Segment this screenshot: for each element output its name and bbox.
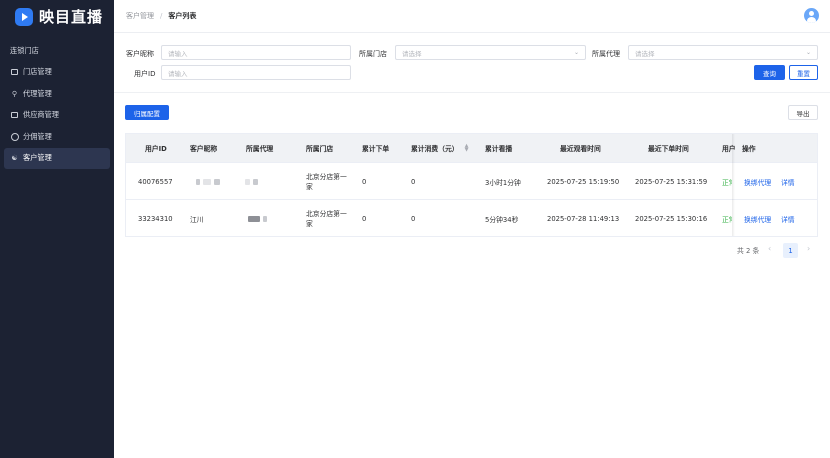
sidebar-item-label: 客户管理	[23, 153, 52, 163]
sidebar-item-label: 分佣管理	[23, 131, 52, 141]
cell-status: 正常	[722, 178, 732, 187]
commission-icon	[10, 132, 19, 141]
play-logo-icon	[15, 7, 33, 26]
cell-watch: 5分钟34秒	[485, 215, 519, 224]
table-header: 用户ID 客户昵称 所属代理 所属门店 累计下单 累计消费（元） ▲ ▼ 累计看播…	[126, 134, 817, 162]
customer-table: 用户ID 客户昵称 所属代理 所属门店 累计下单 累计消费（元） ▲ ▼ 累计看播…	[125, 133, 818, 237]
sidebar-item-label: 供应商管理	[23, 110, 59, 120]
cell-nickname-redacted	[196, 163, 223, 200]
cell-last-order: 2025-07-25 15:31:59	[635, 177, 708, 186]
fixed-column-shadow	[732, 134, 735, 236]
filter-form: 客户昵称 请输入 所属门店 请选择 ⌄ 所属代理 请选择 ⌄ 用户ID 请输入 …	[114, 33, 830, 93]
sidebar: 映目直播 连锁门店 门店管理 ⚲ 代理管理 供应商管理 分佣管理 ☯ 客户管理	[0, 0, 114, 458]
userid-input[interactable]: 请输入	[161, 65, 351, 80]
top-header: 客户管理 / 客户列表	[114, 0, 830, 33]
agent-label: 所属代理	[592, 50, 620, 58]
sort-icon[interactable]: ▲ ▼	[465, 144, 469, 153]
cell-last-watch: 2025-07-28 11:49:13	[547, 214, 620, 223]
cell-status: 正常	[722, 215, 732, 224]
sidebar-item-supplier-management[interactable]: 供应商管理	[0, 105, 114, 127]
userid-label: 用户ID	[134, 70, 156, 78]
chevron-down-icon: ⌄	[573, 49, 579, 56]
column-header-actions: 操作	[742, 145, 756, 153]
reset-button[interactable]: 重置	[789, 65, 818, 80]
sidebar-item-agent-management[interactable]: ⚲ 代理管理	[0, 83, 114, 105]
cell-spend: 0	[411, 214, 416, 223]
person-icon: ⚲	[11, 89, 18, 98]
cell-last-watch: 2025-07-25 15:19:50	[547, 177, 620, 186]
table-row: 40076557 北京分店第一家 0 0 3小时1分钟 2025-07-25 1…	[126, 162, 817, 199]
store-icon	[10, 68, 19, 77]
column-header-spend-label: 累计消费（元）	[411, 145, 459, 153]
pagination-prev-icon[interactable]: ‹	[768, 244, 771, 253]
cell-store: 北京分店第一家	[306, 172, 347, 191]
column-header-last-watch: 最近观看时间	[560, 145, 601, 153]
agent-select[interactable]: 请选择 ⌄	[628, 45, 818, 60]
app-logo[interactable]: 映目直播	[0, 0, 114, 33]
store-select[interactable]: 请选择 ⌄	[395, 45, 586, 60]
sidebar-item-store-management[interactable]: 门店管理	[0, 62, 114, 84]
detail-link[interactable]: 详情	[781, 200, 795, 237]
table-row: 33234310 江川 北京分店第一家 0 0 5分钟34秒 2025-07-2…	[126, 199, 817, 236]
assign-config-button[interactable]: 归属配置	[125, 105, 169, 120]
column-header-orders: 累计下单	[362, 145, 390, 153]
cell-orders: 0	[362, 177, 367, 186]
agent-placeholder: 请选择	[635, 49, 655, 58]
detail-link[interactable]: 详情	[781, 163, 795, 200]
pagination-next-icon[interactable]: ›	[807, 244, 810, 253]
column-header-store: 所属门店	[306, 145, 334, 153]
cell-orders: 0	[362, 214, 367, 223]
cell-agent-redacted	[245, 163, 261, 200]
cell-agent-redacted	[248, 200, 270, 237]
userid-placeholder: 请输入	[168, 69, 188, 78]
cell-nickname: 江川	[190, 215, 204, 224]
column-header-last-order: 最近下单时间	[648, 145, 689, 153]
rebind-agent-link[interactable]: 换绑代理	[744, 163, 771, 200]
nickname-label: 客户昵称	[126, 50, 154, 58]
sidebar-item-label: 门店管理	[23, 67, 52, 77]
sidebar-item-label: 代理管理	[23, 88, 52, 98]
column-header-spend[interactable]: 累计消费（元） ▲ ▼	[411, 134, 468, 162]
nickname-input[interactable]: 请输入	[161, 45, 351, 60]
sidebar-nav: 连锁门店 门店管理 ⚲ 代理管理 供应商管理 分佣管理 ☯ 客户管理	[0, 40, 114, 169]
cell-last-order: 2025-07-25 15:30:16	[635, 214, 708, 223]
supplier-icon	[10, 111, 19, 120]
column-header-user-id: 用户ID	[145, 145, 167, 153]
column-header-watch: 累计看播	[485, 145, 513, 153]
cell-watch: 3小时1分钟	[485, 178, 521, 187]
breadcrumb-current: 客户列表	[168, 12, 197, 20]
breadcrumb-separator: /	[160, 12, 163, 20]
cell-user-id: 33234310	[138, 214, 173, 223]
chevron-down-icon: ⌄	[805, 49, 811, 56]
sidebar-item-customer-management[interactable]: ☯ 客户管理	[4, 147, 110, 169]
sidebar-item-chain-stores[interactable]: 连锁门店	[0, 40, 114, 62]
search-button[interactable]: 查询	[754, 65, 785, 80]
store-label: 所属门店	[359, 50, 387, 58]
rebind-agent-link[interactable]: 换绑代理	[744, 200, 771, 237]
pagination-total: 共 2 条	[737, 247, 760, 255]
cell-spend: 0	[411, 177, 416, 186]
export-button[interactable]: 导出	[788, 105, 818, 120]
column-header-agent: 所属代理	[246, 145, 274, 153]
sidebar-item-commission-management[interactable]: 分佣管理	[0, 126, 114, 148]
column-header-nickname: 客户昵称	[190, 145, 218, 153]
cell-user-id: 40076557	[138, 177, 173, 186]
nickname-placeholder: 请输入	[168, 49, 188, 58]
pagination-page-current[interactable]: 1	[783, 243, 798, 258]
app-name: 映目直播	[39, 8, 104, 26]
user-avatar-icon[interactable]	[804, 8, 819, 23]
customers-icon: ☯	[11, 154, 18, 163]
breadcrumb-parent[interactable]: 客户管理	[126, 11, 154, 21]
cell-store: 北京分店第一家	[306, 209, 347, 228]
store-placeholder: 请选择	[402, 49, 422, 58]
sidebar-item-label: 连锁门店	[10, 45, 39, 55]
